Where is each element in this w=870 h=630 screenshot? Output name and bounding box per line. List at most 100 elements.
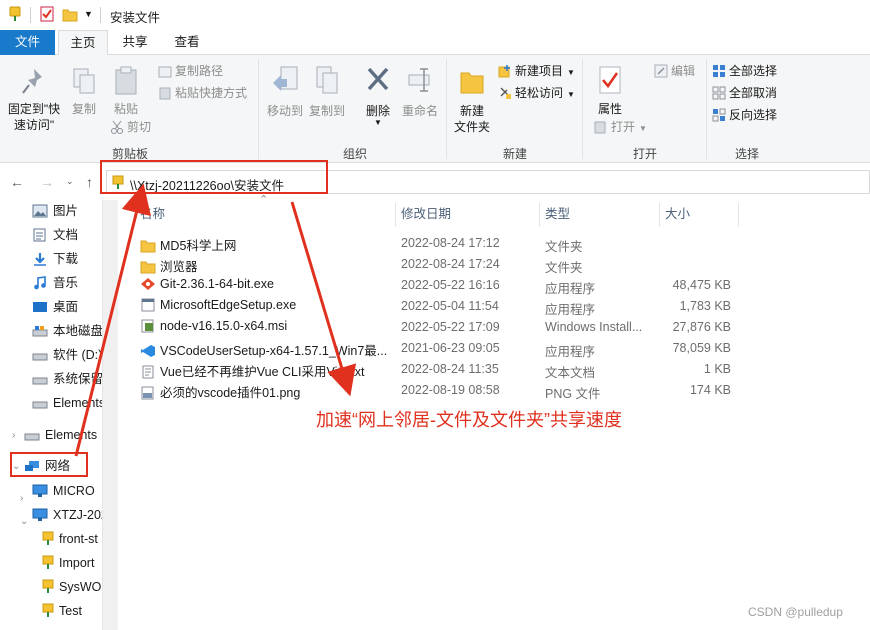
file-row[interactable]: MicrosoftEdgeSetup.exe 2022-05-04 11:54 …	[135, 296, 735, 317]
nav-item-downloads[interactable]: 下载	[32, 248, 78, 270]
move-to-button[interactable]: 移动到	[264, 65, 306, 119]
nav-item-label: MICRO	[53, 484, 95, 498]
tab-home[interactable]: 主页	[58, 30, 108, 56]
rename-label: 重命名	[401, 104, 438, 118]
cut-button[interactable]: 剪切	[110, 117, 151, 137]
file-row[interactable]: MD5科学上网 2022-08-24 17:12 文件夹	[135, 233, 735, 254]
nav-item-elements-2[interactable]: Elements	[24, 424, 97, 446]
rename-button[interactable]: 重命名	[398, 65, 442, 119]
nav-item-label: 图片	[53, 204, 79, 218]
column-header-type[interactable]: 类型	[545, 203, 570, 225]
properties-button[interactable]: 属性	[592, 65, 628, 117]
file-size: 78,059 KB	[672, 341, 731, 355]
nav-item-micro[interactable]: MICRO	[32, 480, 95, 502]
copy-to-label: 复制到	[308, 104, 345, 118]
nav-item-front-st[interactable]: front-st	[42, 528, 98, 550]
new-item-label: 新建项目	[515, 64, 564, 78]
highlight-box-network	[10, 452, 88, 477]
quick-access-pin-icon[interactable]	[8, 6, 22, 25]
column-divider[interactable]	[539, 203, 540, 227]
customize-chevron-icon[interactable]: ▼	[84, 9, 93, 19]
column-header-size[interactable]: 大小	[665, 203, 690, 225]
nav-item-xtzj[interactable]: XTZJ-202	[32, 504, 108, 526]
delete-button[interactable]: 删除 ▼	[360, 65, 396, 127]
file-row[interactable]: 浏览器 2022-08-24 17:24 文件夹	[135, 254, 735, 275]
file-row[interactable]: VSCodeUserSetup-x64-1.57.1_Win7最... 2021…	[135, 338, 735, 359]
nav-item-label: 本地磁盘	[53, 324, 104, 338]
paste-shortcut-button[interactable]: 粘贴快捷方式	[158, 83, 247, 103]
new-folder-button[interactable]: 新建 文件夹	[450, 65, 494, 135]
file-row[interactable]: node-v16.15.0-x64.msi 2022-05-22 17:09 W…	[135, 317, 735, 338]
nav-item-pictures[interactable]: 图片	[32, 200, 78, 222]
invert-selection-icon	[712, 108, 726, 122]
column-divider[interactable]	[738, 203, 739, 227]
select-all-button[interactable]: 全部选择	[712, 61, 777, 81]
select-none-label: 全部取消	[729, 86, 778, 100]
nav-item-syswo[interactable]: SysWO	[42, 576, 101, 598]
file-type: 文件夹	[545, 261, 583, 275]
file-date: 2022-05-04 11:54	[401, 299, 499, 313]
edit-button[interactable]: 编辑	[654, 61, 695, 81]
nav-item-local-disk[interactable]: 本地磁盘	[32, 320, 103, 342]
title-bar: ▼ 安装文件	[0, 0, 870, 30]
column-divider[interactable]	[395, 203, 396, 227]
expand-chevron-icon[interactable]: ›	[12, 430, 15, 441]
nav-item-documents[interactable]: 文档	[32, 224, 78, 246]
copy-to-button[interactable]: 复制到	[306, 65, 348, 119]
copy-button[interactable]: 复制	[66, 67, 102, 117]
new-item-icon	[498, 65, 510, 78]
file-size: 1,783 KB	[679, 299, 731, 313]
delete-x-icon	[367, 67, 389, 91]
file-row[interactable]: Git-2.36.1-64-bit.exe 2022-05-22 16:16 应…	[135, 275, 735, 296]
drive-icon	[32, 401, 48, 409]
file-row[interactable]: Vue已经不再维护Vue CLI采用Vite.txt 2022-08-24 11…	[135, 359, 735, 380]
nav-item-drive-d[interactable]: 软件 (D:)	[32, 344, 102, 366]
new-folder-quick-icon[interactable]	[62, 6, 78, 25]
nav-item-system-reserved[interactable]: 系统保留	[32, 368, 103, 390]
file-row[interactable]: 必须的vscode插件01.png 2022-08-19 08:58 PNG 文…	[135, 380, 735, 401]
nav-item-test[interactable]: Test	[42, 600, 82, 622]
nav-item-elements-1[interactable]: Elements	[32, 392, 105, 414]
tab-view[interactable]: 查看	[164, 30, 210, 55]
collapse-chevron-icon[interactable]: ⌄	[20, 516, 28, 527]
expand-chevron-icon[interactable]: ›	[20, 493, 23, 504]
select-none-button[interactable]: 全部取消	[712, 83, 777, 103]
cut-label: 剪切	[127, 120, 152, 134]
easy-access-button[interactable]: 轻松访问 ▼	[498, 83, 575, 103]
new-item-button[interactable]: 新建项目 ▼	[498, 61, 575, 81]
share-folder-icon	[42, 579, 54, 593]
back-arrow-icon[interactable]: ←	[10, 174, 24, 190]
nav-pane-scrollbar[interactable]	[102, 200, 118, 630]
drive-icon	[32, 377, 48, 385]
file-name: 必须的vscode插件01.png	[160, 386, 301, 400]
up-arrow-icon[interactable]: ↑	[86, 174, 93, 190]
properties-check-icon[interactable]	[40, 6, 54, 25]
select-group-label: 选择	[734, 147, 759, 161]
pin-quick-access-button[interactable]: 固定到"快 速访问"	[4, 67, 64, 133]
column-header-date[interactable]: 修改日期	[401, 203, 451, 225]
nav-item-music[interactable]: 音乐	[32, 272, 78, 294]
column-divider[interactable]	[659, 203, 660, 227]
git-icon	[141, 278, 155, 290]
music-icon	[34, 276, 46, 290]
copy-path-button[interactable]: 复制路径	[158, 61, 223, 81]
tab-share[interactable]: 共享	[112, 30, 158, 55]
nav-item-import[interactable]: Import	[42, 552, 94, 574]
file-name: VSCodeUserSetup-x64-1.57.1_Win7最...	[160, 344, 388, 358]
desktop-icon	[33, 302, 47, 312]
open-button[interactable]: 打开 ▼	[594, 117, 647, 137]
file-name: 浏览器	[160, 260, 198, 274]
file-size: 48,475 KB	[672, 278, 731, 292]
invert-selection-button[interactable]: 反向选择	[712, 105, 777, 125]
paste-button[interactable]: 粘贴	[106, 65, 146, 117]
recent-locations-chevron-icon[interactable]: ⌄	[66, 176, 74, 187]
column-header-name[interactable]: 名称	[140, 203, 165, 225]
tab-file[interactable]: 文件	[0, 30, 55, 55]
new-folder-label: 新建 文件夹	[453, 104, 490, 134]
delete-chevron-icon[interactable]: ▼	[360, 119, 396, 127]
nav-item-desktop[interactable]: 桌面	[32, 296, 78, 318]
forward-arrow-icon[interactable]: →	[40, 174, 54, 190]
select-none-icon	[712, 86, 726, 100]
ribbon: 固定到"快 速访问" 复制 粘贴 复制路径 粘贴快捷方式 剪切 剪贴板 移动到 …	[0, 55, 870, 163]
nav-item-label: 桌面	[53, 300, 79, 314]
